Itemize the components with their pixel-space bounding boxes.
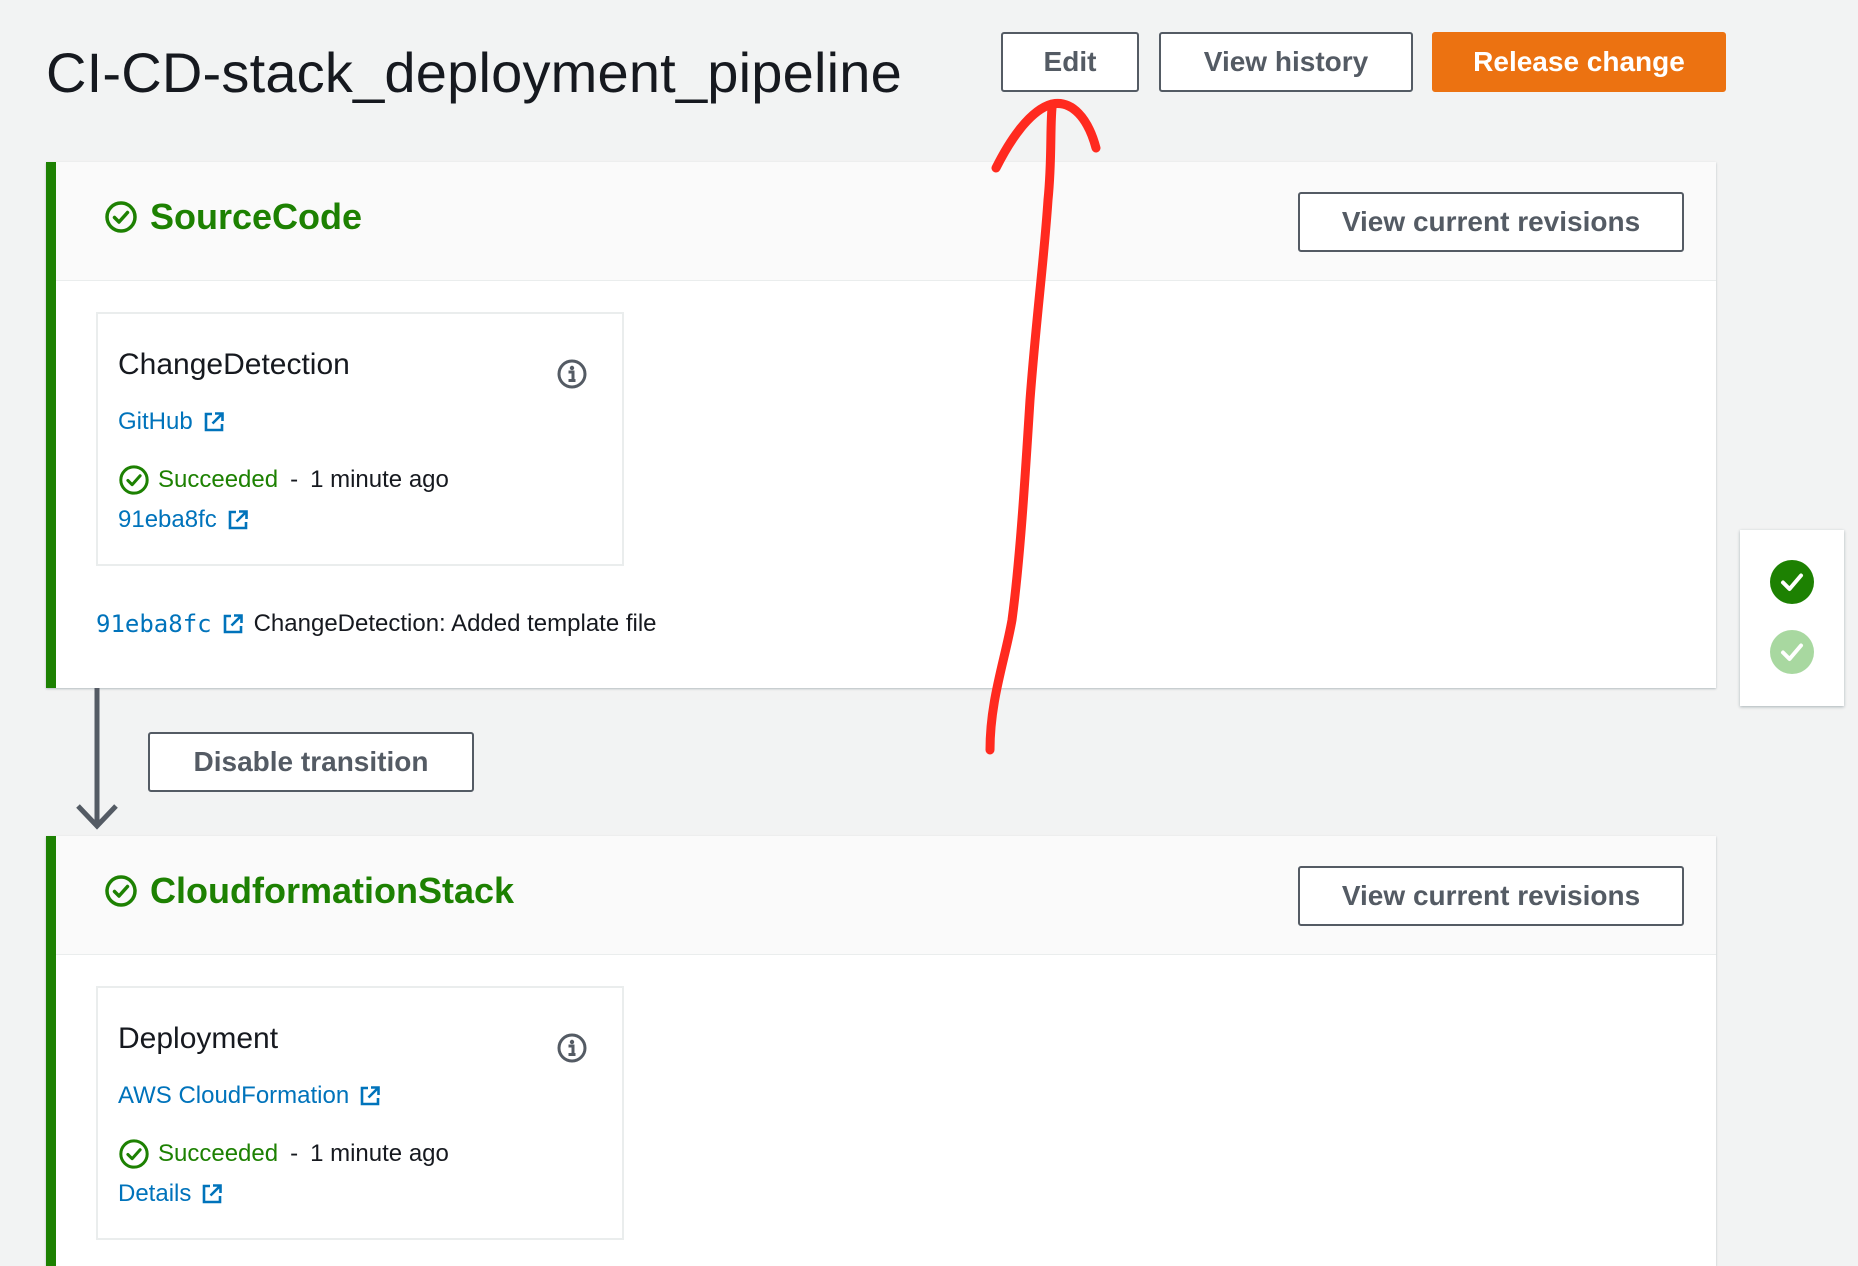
status-separator: - — [290, 1140, 299, 1167]
revision-summary: 91eba8fc ChangeDetection: Added template… — [96, 610, 657, 638]
check-circle-icon — [119, 1139, 149, 1169]
arrow-down-icon — [76, 688, 118, 830]
status-time: 1 minute ago — [310, 466, 449, 493]
stage-sourcecode: SourceCode View current revisions Change… — [46, 162, 1716, 688]
external-link-icon — [203, 1184, 223, 1204]
view-current-revisions-button[interactable]: View current revisions — [1298, 866, 1684, 926]
action-name: Deployment — [118, 1022, 279, 1055]
stage-status-panel — [1740, 530, 1844, 706]
check-circle-icon — [105, 201, 137, 233]
external-link-icon — [204, 412, 224, 432]
info-icon[interactable] — [556, 358, 588, 390]
provider-link[interactable]: AWS CloudFormation — [118, 1082, 381, 1110]
provider-label: GitHub — [118, 408, 193, 435]
provider-link[interactable]: GitHub — [118, 408, 225, 436]
status-text: Succeeded — [158, 1140, 279, 1167]
status-text: Succeeded — [158, 466, 279, 493]
stage-header: CloudformationStack View current revisio… — [56, 836, 1716, 955]
disable-transition-button[interactable]: Disable transition — [148, 732, 474, 792]
revision-link[interactable]: 91eba8fc — [118, 506, 249, 534]
stage-header: SourceCode View current revisions — [56, 162, 1716, 281]
stage-name: SourceCode — [150, 196, 363, 237]
action-card-deployment: Deployment AWS CloudFormation Succeeded … — [96, 986, 624, 1240]
status-separator: - — [290, 466, 299, 493]
revision-id-link[interactable]: 91eba8fc — [96, 610, 244, 638]
external-link-icon — [360, 1086, 380, 1106]
external-link-icon — [223, 614, 243, 634]
provider-label: AWS CloudFormation — [118, 1082, 350, 1109]
view-history-button[interactable]: View history — [1159, 32, 1413, 92]
check-badge-icon[interactable] — [1770, 560, 1814, 604]
status-line: Succeeded - 1 minute ago — [118, 1138, 449, 1170]
page-title: CI-CD-stack_deployment_pipeline — [46, 41, 902, 104]
check-circle-icon — [105, 875, 137, 907]
check-circle-icon — [119, 465, 149, 495]
stage-title: SourceCode — [104, 196, 362, 238]
external-link-icon — [228, 510, 248, 530]
stage-title: CloudformationStack — [104, 870, 514, 912]
revision-link-label: 91eba8fc — [118, 506, 217, 533]
stage-cloudformationstack: CloudformationStack View current revisio… — [46, 836, 1716, 1266]
action-name: ChangeDetection — [118, 348, 350, 381]
check-badge-icon[interactable] — [1770, 630, 1814, 674]
details-link[interactable]: Details — [118, 1180, 223, 1208]
stage-name: CloudformationStack — [150, 870, 515, 911]
view-current-revisions-button[interactable]: View current revisions — [1298, 192, 1684, 252]
edit-button[interactable]: Edit — [1001, 32, 1139, 92]
release-change-button[interactable]: Release change — [1432, 32, 1726, 92]
status-line: Succeeded - 1 minute ago — [118, 464, 449, 496]
action-card-changedetection: ChangeDetection GitHub Succeeded - 1 min… — [96, 312, 624, 566]
revision-message: ChangeDetection: Added template file — [253, 610, 657, 637]
details-link-label: Details — [118, 1180, 192, 1207]
info-icon[interactable] — [556, 1032, 588, 1064]
revision-id: 91eba8fc — [96, 610, 212, 638]
status-time: 1 minute ago — [310, 1140, 449, 1167]
